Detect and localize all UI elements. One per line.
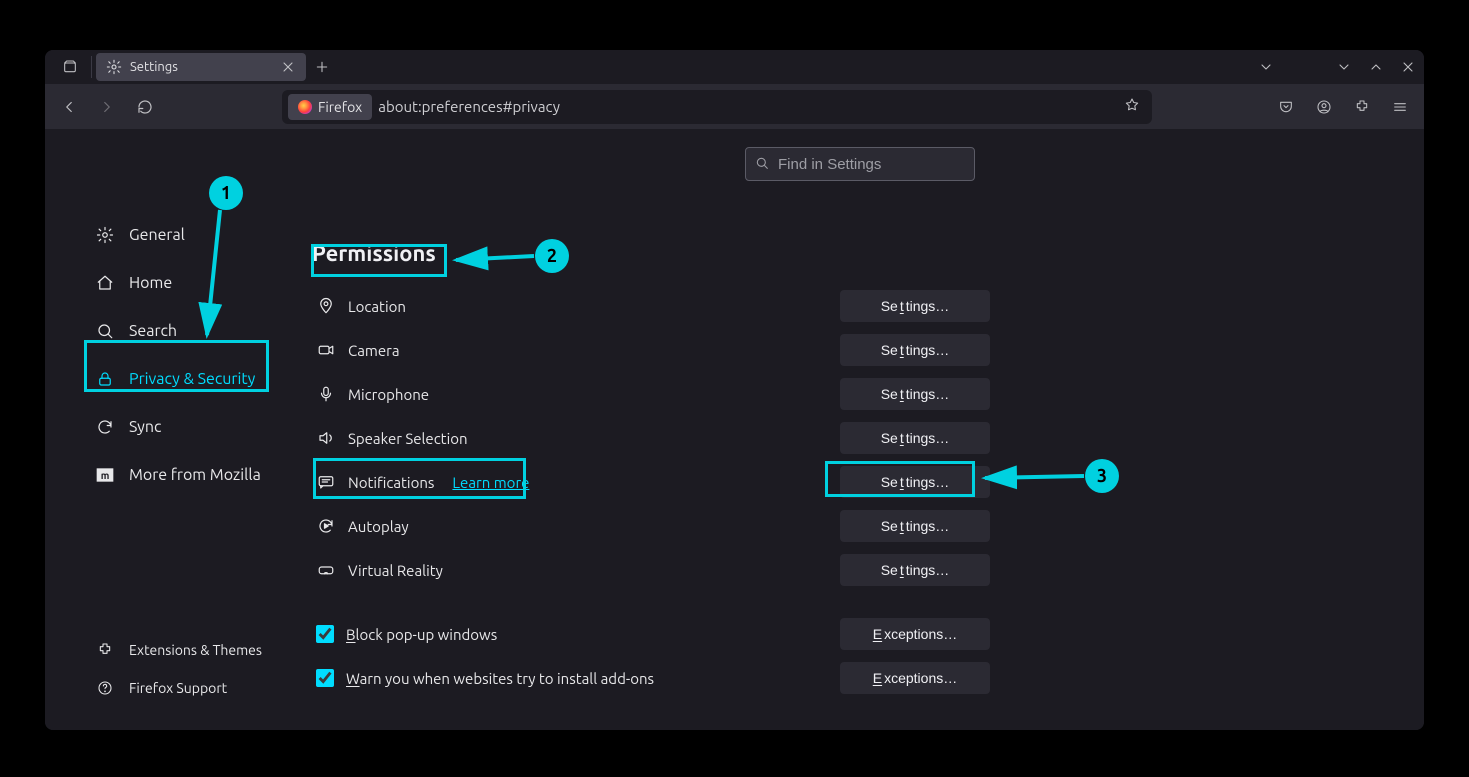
bookmark-star-icon[interactable]: [1118, 97, 1146, 116]
nav-search[interactable]: Search: [83, 307, 296, 355]
minimize-icon[interactable]: [1336, 59, 1352, 75]
search-icon: [754, 155, 770, 175]
nav-extensions-themes[interactable]: Extensions & Themes: [83, 632, 296, 668]
block-popups-checkbox[interactable]: [316, 625, 334, 643]
warn-addons-label: Warn you when websites try to install ad…: [346, 670, 654, 687]
gear-icon: [106, 59, 122, 75]
nav-label: Sync: [129, 418, 161, 436]
window-controls: [1258, 59, 1416, 75]
nav-label: General: [129, 226, 185, 244]
permission-label: Virtual Reality: [348, 562, 443, 579]
notifications-settings-button[interactable]: Settings…: [840, 466, 990, 498]
permission-label: Microphone: [348, 386, 429, 403]
nav-general[interactable]: General: [83, 211, 296, 259]
nav-label: Firefox Support: [129, 680, 227, 696]
app-menu-icon[interactable]: [1384, 91, 1416, 123]
search-icon: [95, 321, 115, 341]
toolbar: Firefox about:preferences#privacy: [45, 84, 1424, 129]
home-icon: [95, 273, 115, 293]
nav-sync[interactable]: Sync: [83, 403, 296, 451]
autoplay-icon: [316, 516, 336, 536]
camera-settings-button[interactable]: Settings…: [840, 334, 990, 366]
location-icon: [316, 296, 336, 316]
nav-label: More from Mozilla: [129, 466, 261, 484]
settings-sidebar: General Home Search Privacy & Security S…: [45, 129, 310, 730]
maximize-icon[interactable]: [1368, 59, 1384, 75]
extensions-icon[interactable]: [1346, 91, 1378, 123]
speaker-settings-button[interactable]: Settings…: [840, 422, 990, 454]
permission-label: Autoplay: [348, 518, 409, 535]
recent-pages-button[interactable]: [53, 53, 87, 81]
permission-notifications: Notifications Learn more Settings…: [310, 460, 990, 504]
nav-privacy-security[interactable]: Privacy & Security: [83, 355, 296, 403]
forward-button[interactable]: [91, 91, 123, 123]
settings-search: [745, 147, 975, 181]
close-window-icon[interactable]: [1400, 59, 1416, 75]
tab-strip: Settings: [45, 50, 1424, 84]
permission-vr: Virtual Reality Settings…: [310, 548, 990, 592]
camera-icon: [316, 340, 336, 360]
vr-settings-button[interactable]: Settings…: [840, 554, 990, 586]
mozilla-icon: m: [95, 465, 115, 485]
browser-window: Settings Firefox about:preferences#pri: [45, 50, 1424, 730]
help-icon: [95, 678, 115, 698]
tab-close-icon[interactable]: [280, 59, 296, 75]
pocket-icon[interactable]: [1270, 91, 1302, 123]
content-area: General Home Search Privacy & Security S…: [45, 129, 1424, 730]
location-settings-button[interactable]: Settings…: [840, 290, 990, 322]
warn-addons-row: Warn you when websites try to install ad…: [310, 656, 990, 700]
permission-speaker: Speaker Selection Settings…: [310, 416, 990, 460]
permission-location: Location Settings…: [310, 284, 990, 328]
tab-settings[interactable]: Settings: [96, 53, 306, 81]
settings-search-input[interactable]: [745, 147, 975, 181]
firefox-icon: [298, 100, 312, 114]
nav-firefox-support[interactable]: Firefox Support: [83, 670, 296, 706]
svg-text:m: m: [101, 470, 110, 481]
permissions-heading: Permissions: [310, 241, 990, 266]
notifications-learn-more-link[interactable]: Learn more: [452, 474, 529, 491]
block-popups-row: Block pop-up windows Exceptions…: [310, 612, 990, 656]
url-bar[interactable]: Firefox about:preferences#privacy: [282, 90, 1152, 124]
url-identity[interactable]: Firefox: [288, 94, 372, 120]
tab-title: Settings: [130, 60, 178, 74]
nav-label: Home: [129, 274, 172, 292]
block-popups-label: Block pop-up windows: [346, 626, 497, 643]
microphone-settings-button[interactable]: Settings…: [840, 378, 990, 410]
addons-exceptions-button[interactable]: Exceptions…: [840, 662, 990, 694]
nav-more-from-mozilla[interactable]: m More from Mozilla: [83, 451, 296, 499]
nav-home[interactable]: Home: [83, 259, 296, 307]
gear-icon: [95, 225, 115, 245]
new-tab-button[interactable]: [306, 53, 338, 81]
permission-camera: Camera Settings…: [310, 328, 990, 372]
permission-label: Camera: [348, 342, 400, 359]
popups-exceptions-button[interactable]: Exceptions…: [840, 618, 990, 650]
permission-label: Location: [348, 298, 406, 315]
reload-button[interactable]: [129, 91, 161, 123]
autoplay-settings-button[interactable]: Settings…: [840, 510, 990, 542]
puzzle-icon: [95, 640, 115, 660]
nav-label: Privacy & Security: [129, 370, 255, 388]
notifications-icon: [316, 472, 336, 492]
vr-icon: [316, 560, 336, 580]
account-icon[interactable]: [1308, 91, 1340, 123]
microphone-icon: [316, 384, 336, 404]
nav-label: Extensions & Themes: [129, 642, 262, 658]
settings-main: Permissions Location Settings… Camera Se…: [310, 129, 1424, 730]
url-text: about:preferences#privacy: [378, 98, 1112, 115]
sync-icon: [95, 417, 115, 437]
speaker-icon: [316, 428, 336, 448]
list-all-tabs-icon[interactable]: [1258, 59, 1274, 75]
back-button[interactable]: [53, 91, 85, 123]
warn-addons-checkbox[interactable]: [316, 669, 334, 687]
permission-label: Speaker Selection: [348, 430, 468, 447]
permission-label: Notifications: [348, 474, 434, 491]
nav-label: Search: [129, 322, 177, 340]
tabbar-separator: [91, 56, 92, 78]
lock-icon: [95, 369, 115, 389]
permission-microphone: Microphone Settings…: [310, 372, 990, 416]
url-identity-label: Firefox: [318, 99, 362, 115]
permissions-panel: Permissions Location Settings… Camera Se…: [310, 241, 990, 700]
permission-autoplay: Autoplay Settings…: [310, 504, 990, 548]
